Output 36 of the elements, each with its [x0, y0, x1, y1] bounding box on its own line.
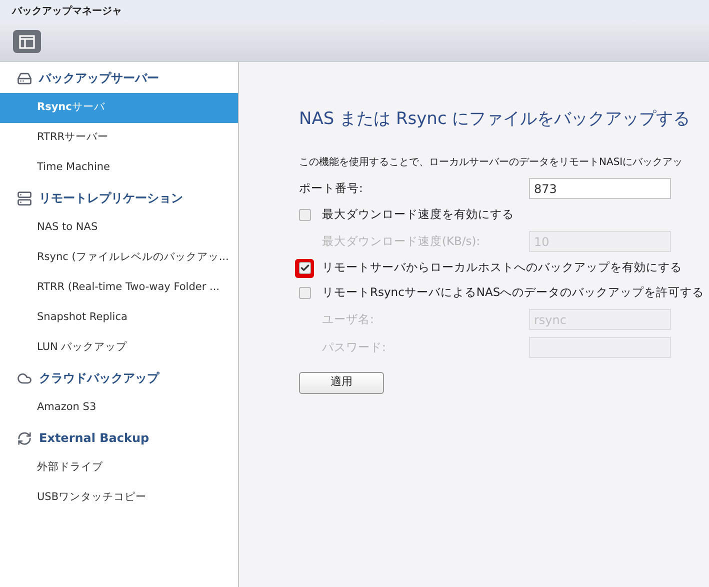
sidebar-item[interactable]: USBワンタッチコピー — [0, 483, 238, 513]
sidebar-item[interactable]: RTRR (Real-time Two-way Folder ... — [0, 273, 238, 303]
server-icon — [17, 190, 32, 206]
sidebar-item[interactable]: Amazon S3 — [0, 393, 238, 423]
check-icon — [300, 263, 310, 273]
sidebar-group-title: リモートレプリケーション — [39, 190, 183, 207]
sync-icon — [17, 430, 32, 446]
field-label: ポート番号: — [299, 180, 364, 197]
sidebar-item[interactable]: Time Machine — [0, 153, 238, 183]
sidebar-group-title: External Backup — [39, 430, 150, 447]
checkbox-label: リモートサーバからローカルホストへのバックアップを有効にする — [322, 259, 682, 276]
sidebar-item[interactable]: Snapshot Replica — [0, 303, 238, 333]
sidebar-item[interactable]: NAS to NAS — [0, 213, 238, 243]
sidebar-item[interactable]: 外部ドライブ — [0, 453, 238, 483]
field-label: パスワード: — [321, 338, 387, 356]
checkbox[interactable] — [298, 209, 310, 221]
page-title: NAS または Rsync にファイルをバックアップする — [299, 108, 692, 131]
sidebar-group-title: バックアップサーバー — [39, 70, 159, 87]
sidebar-item[interactable]: RTRRサーバー — [0, 123, 238, 153]
window-title: バックアップマネージャ — [12, 4, 122, 18]
layout-icon — [19, 34, 35, 48]
field-label: ユーザ名: — [321, 310, 375, 328]
sidebar-toggle-button[interactable] — [13, 30, 41, 53]
cloud-icon — [17, 370, 32, 386]
checkbox-label: リモートRsyncサーバによるNASへのデータのバックアップを許可する — [322, 284, 704, 302]
sidebar-group-title: クラウドバックアップ — [39, 370, 159, 387]
input-field[interactable]: 873 — [529, 178, 671, 199]
drive-icon — [17, 70, 32, 86]
checkbox[interactable] — [298, 287, 310, 299]
apply-button[interactable]: 適用 — [299, 372, 384, 394]
checkbox-label: 最大ダウンロード速度を有効にする — [322, 206, 514, 224]
description: この機能を使用することで、ローカルサーバーのデータをリモートNASIにバックアッ — [299, 156, 684, 170]
field-label: 最大ダウンロード速度(KB/s): — [321, 232, 482, 250]
sidebar-item[interactable]: Rsync (ファイルレベルのバックアッ... — [0, 243, 238, 273]
sidebar-item[interactable]: LUN バックアップ — [0, 333, 238, 363]
checkbox[interactable] — [298, 262, 310, 274]
